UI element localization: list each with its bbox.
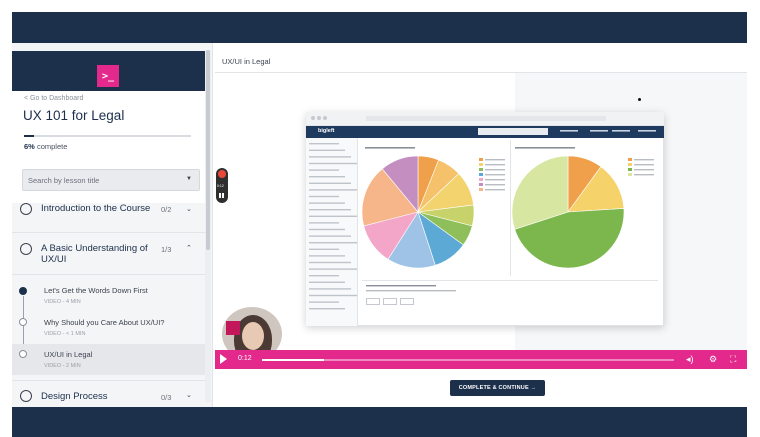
recorded-legend-text — [634, 174, 654, 176]
settings-gear-icon[interactable]: ⚙ — [709, 354, 717, 364]
presenter-face — [242, 322, 264, 350]
recorded-legend-text — [485, 179, 505, 181]
recorded-legend-swatch — [479, 173, 483, 176]
recorded-legend-text — [485, 159, 505, 161]
recorded-sidebar-line — [309, 209, 351, 211]
recorded-legend-text — [485, 174, 505, 176]
recorded-sidebar-line — [309, 182, 351, 184]
presenter-logo-badge — [226, 321, 240, 335]
recorded-sidebar-line — [309, 176, 345, 178]
recorded-legend-swatch — [628, 173, 632, 176]
recorded-sidebar-line — [309, 268, 357, 270]
recorded-legend-swatch — [628, 168, 632, 171]
recorded-legend-swatch — [479, 163, 483, 166]
recorded-sidebar-line — [309, 294, 357, 297]
recorded-nav-item — [638, 130, 656, 132]
complete-and-continue-button[interactable]: COMPLETE & CONTINUE → — [450, 380, 545, 396]
fullscreen-icon[interactable]: ⛶ — [730, 354, 736, 364]
recorded-sidebar-line — [309, 275, 339, 277]
video-scrubber-progress — [262, 359, 324, 361]
recorded-legend-swatch — [479, 188, 483, 191]
recorded-nav-item — [612, 130, 630, 132]
recorded-legend-text — [485, 169, 505, 171]
recorded-legend-swatch — [479, 168, 483, 171]
recorded-chart-title — [515, 147, 575, 149]
recorded-sidebar-line — [309, 308, 345, 310]
video-current-time: 0:12 — [238, 355, 252, 362]
recorded-legend-text — [634, 164, 654, 166]
recorded-footer-line — [366, 285, 436, 287]
recorded-legend-text — [634, 159, 654, 161]
recorded-legend-swatch — [628, 163, 632, 166]
recorded-legend-swatch — [479, 178, 483, 181]
recorded-nav-item — [560, 130, 578, 132]
recorded-sidebar-line — [309, 222, 339, 224]
recorded-sidebar-line — [309, 235, 351, 237]
pause-icon[interactable] — [219, 193, 224, 198]
recorded-sidebar-line — [309, 202, 345, 204]
recorded-sidebar-line — [309, 281, 345, 283]
recorded-legend-text — [485, 189, 505, 191]
recorded-sidebar-line — [309, 242, 357, 244]
recording-time: 0:12 — [217, 184, 224, 188]
recorded-sidebar-line — [309, 195, 339, 198]
recorded-sidebar-line — [309, 301, 339, 303]
recorded-chart-title — [365, 147, 415, 149]
recorded-sidebar-line — [309, 215, 357, 217]
play-icon[interactable] — [220, 354, 227, 364]
recorded-legend-swatch — [628, 158, 632, 161]
page-frame: >_ < Go to Dashboard UX 101 for Legal 6%… — [0, 0, 760, 437]
recorded-sidebar-line — [309, 156, 351, 158]
recorded-footer-line — [366, 290, 456, 292]
bottom-bar — [12, 407, 747, 437]
recorded-pie-charts — [309, 130, 656, 310]
recorded-legend-text — [634, 169, 654, 171]
recorded-legend-swatch — [479, 158, 483, 161]
recorded-legend-text — [485, 164, 505, 166]
recorded-nav-item — [590, 130, 608, 132]
recorded-legend-text — [485, 184, 505, 186]
recorded-sidebar-line — [309, 248, 339, 250]
recorded-sidebar-line — [309, 162, 357, 165]
recorded-sidebar-line — [309, 149, 345, 151]
recorded-sidebar-line — [309, 261, 351, 264]
recorded-sidebar-line — [309, 143, 339, 145]
recorded-sidebar-line — [309, 288, 351, 290]
volume-icon[interactable]: ◂) — [686, 354, 694, 364]
recorded-sidebar-line — [309, 228, 345, 231]
record-icon[interactable] — [218, 170, 226, 178]
recorded-sidebar-line — [309, 169, 339, 171]
recorded-sidebar-line — [309, 255, 345, 257]
video-scrubber[interactable] — [262, 359, 674, 361]
recorded-legend-swatch — [479, 183, 483, 186]
recorded-sidebar-line — [309, 189, 357, 191]
